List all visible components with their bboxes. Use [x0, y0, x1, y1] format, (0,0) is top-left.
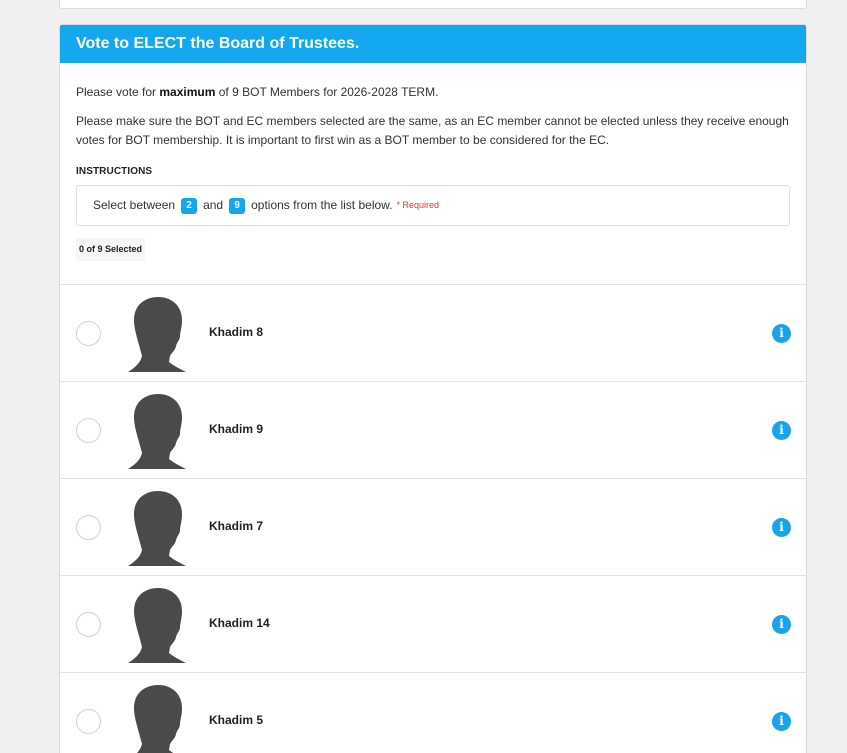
candidate-name: Khadim 8 — [209, 325, 264, 339]
silhouette-avatar-icon — [128, 588, 186, 663]
candidate-radio[interactable] — [76, 709, 101, 734]
ballot-body: Please vote for maximum of 9 BOT Members… — [60, 63, 806, 261]
vote-limit-pre: Please vote for — [76, 85, 160, 99]
candidate-name: Khadim 9 — [209, 422, 264, 436]
candidate-name: Khadim 5 — [209, 713, 264, 727]
info-icon[interactable]: i — [772, 712, 791, 731]
candidate-radio[interactable] — [76, 418, 101, 443]
candidate-name: Khadim 14 — [209, 616, 270, 630]
min-badge: 2 — [181, 197, 198, 214]
instr-select-text: Select between — [93, 198, 176, 212]
instructions-heading: INSTRUCTIONS — [76, 166, 153, 177]
ballot-title: Vote to ELECT the Board of Trustees. — [60, 25, 806, 63]
instr-tail-text: options from the list below. — [251, 198, 393, 212]
info-icon[interactable]: i — [772, 518, 791, 537]
silhouette-avatar-icon — [128, 394, 186, 469]
instr-and-text: and — [203, 198, 224, 212]
candidate-row[interactable]: Khadim 14 i — [60, 575, 806, 672]
ballot-card: Vote to ELECT the Board of Trustees. Ple… — [59, 24, 807, 753]
vote-limit-text: Please vote for maximum of 9 BOT Members… — [76, 83, 790, 102]
info-icon[interactable]: i — [772, 615, 791, 634]
silhouette-avatar-icon — [134, 685, 182, 753]
silhouette-avatar-icon — [128, 297, 186, 372]
vote-limit-post: of 9 BOT Members for 2026-2028 TERM. — [215, 85, 439, 99]
candidate-row[interactable]: Khadim 7 i — [60, 478, 806, 575]
notice-text: Please make sure the BOT and EC members … — [76, 114, 789, 147]
selected-count-badge: 0 of 9 Selected — [76, 238, 146, 261]
candidate-name: Khadim 7 — [209, 519, 264, 533]
silhouette-avatar-icon — [128, 491, 186, 566]
previous-card — [59, 0, 807, 9]
candidate-radio[interactable] — [76, 515, 101, 540]
max-badge: 9 — [229, 197, 246, 214]
required-label: * Required — [396, 200, 440, 210]
vote-limit-bold: maximum — [159, 85, 216, 99]
candidate-row[interactable]: Khadim 9 i — [60, 381, 806, 478]
candidate-radio[interactable] — [76, 612, 101, 637]
ballot-page: Vote to ELECT the Board of Trustees. Ple… — [0, 0, 847, 753]
candidate-list: Khadim 8 i Khadim 9 i Khadim 7 i Khadim … — [60, 284, 806, 753]
info-icon[interactable]: i — [772, 324, 791, 343]
candidate-row[interactable]: Khadim 8 i — [60, 284, 806, 381]
instructions-box: Select between 2 and 9 options from the … — [76, 185, 790, 226]
info-icon[interactable]: i — [772, 421, 791, 440]
candidate-row[interactable]: Khadim 5 i — [60, 672, 806, 753]
candidate-radio[interactable] — [76, 321, 101, 346]
